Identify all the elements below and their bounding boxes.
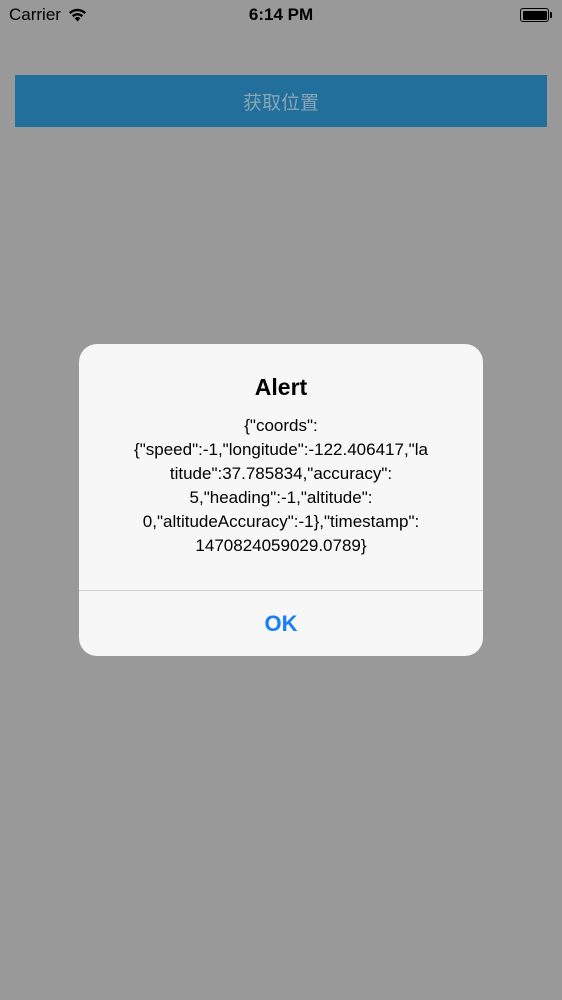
status-bar: Carrier 6:14 PM (0, 0, 562, 32)
battery-icon (520, 8, 552, 22)
alert-message-line: 5,"heading":-1,"altitude": (189, 488, 373, 507)
alert-message: {"coords": {"speed":-1,"longitude":-122.… (97, 414, 465, 558)
alert-message-line: {"speed":-1,"longitude":-122.406417,"la (134, 440, 428, 459)
alert-message-line: {"coords": (244, 416, 318, 435)
get-location-button[interactable]: 获取位置 (15, 75, 547, 127)
alert-message-line: titude":37.785834,"accuracy": (169, 464, 393, 483)
status-time: 6:14 PM (248, 5, 314, 24)
alert-dialog: Alert {"coords": {"speed":-1,"longitude"… (79, 344, 483, 656)
battery-body (520, 8, 549, 22)
alert-title: Alert (254, 374, 308, 400)
ok-button[interactable]: OK (79, 591, 483, 656)
alert-content: Alert {"coords": {"speed":-1,"longitude"… (79, 344, 483, 590)
alert-message-line: 1470824059029.0789} (195, 536, 367, 555)
battery-fill (522, 10, 547, 20)
battery-tip (549, 12, 552, 18)
alert-message-line: 0,"altitudeAccuracy":-1},"timestamp": (142, 512, 420, 531)
